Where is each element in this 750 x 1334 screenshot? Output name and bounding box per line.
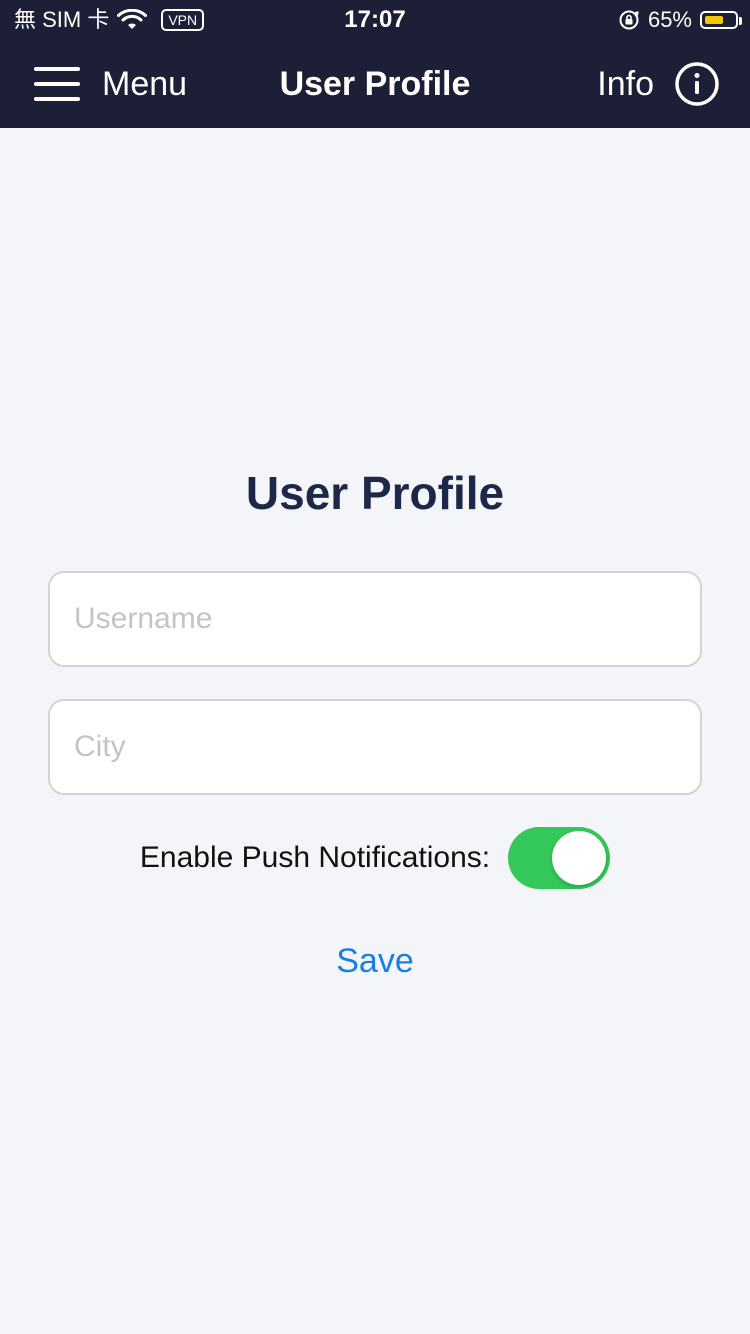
battery-fill <box>705 16 723 24</box>
navigation-bar: Menu User Profile Info <box>0 40 750 128</box>
info-label: Info <box>597 64 654 103</box>
push-notifications-toggle[interactable] <box>508 827 611 889</box>
battery-icon <box>700 11 742 29</box>
status-bar: 無 SIM 卡 VPN 17:07 65% <box>0 0 750 40</box>
username-input[interactable] <box>48 571 702 667</box>
hamburger-icon <box>34 67 80 101</box>
app-header: 無 SIM 卡 VPN 17:07 65% Menu User Profile … <box>0 0 750 128</box>
page-heading: User Profile <box>245 467 505 519</box>
menu-label: Menu <box>102 64 188 103</box>
menu-button[interactable]: Menu <box>34 40 187 128</box>
info-button[interactable]: Info <box>597 40 720 128</box>
push-notifications-row: Enable Push Notifications: <box>0 826 750 890</box>
city-input[interactable] <box>48 699 702 795</box>
status-right: 65% <box>618 0 742 40</box>
toggle-knob <box>552 831 607 885</box>
battery-percent: 65% <box>647 7 692 32</box>
battery-nub <box>739 17 742 25</box>
rotation-lock-icon <box>619 10 639 30</box>
save-button[interactable]: Save <box>300 936 450 986</box>
info-circle-icon <box>675 62 719 106</box>
push-notifications-label: Enable Push Notifications: <box>139 841 491 874</box>
